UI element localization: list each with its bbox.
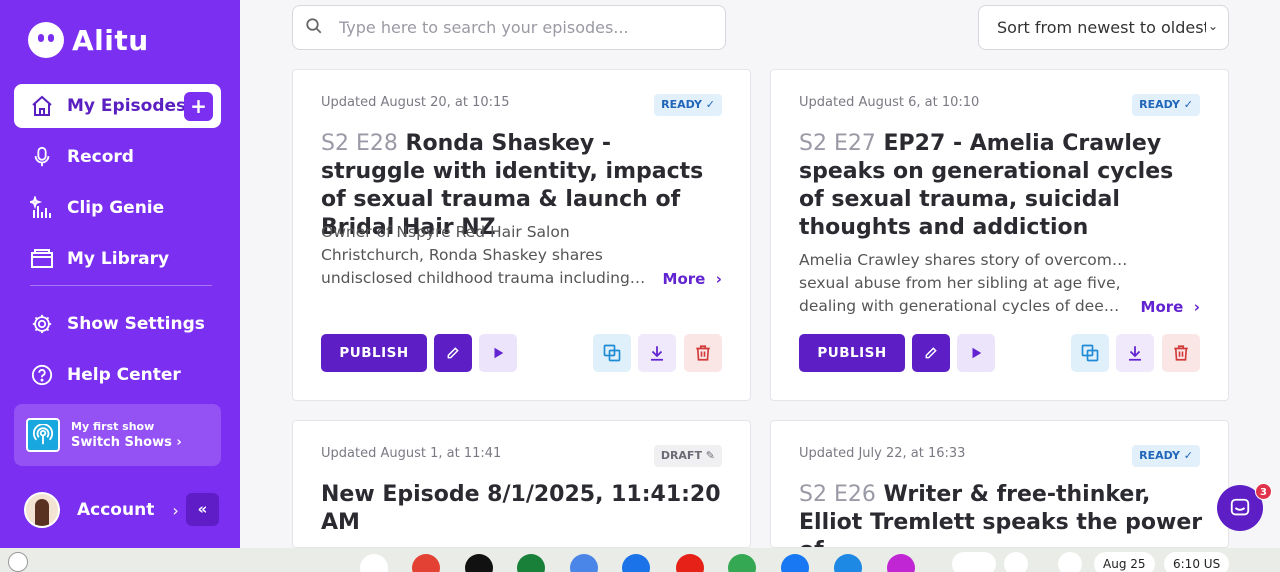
search-input[interactable]	[339, 18, 709, 37]
updated-time: Updated August 1, at 11:41	[321, 446, 502, 461]
episode-card: Updated August 6, at 10:10 READY ✓ S2 E2…	[770, 69, 1229, 401]
episode-title[interactable]: S2 E27 EP27 - Amelia Crawley speaks on g…	[799, 130, 1203, 242]
tray-date[interactable]: Aug 25	[1094, 552, 1155, 572]
download-button[interactable]	[638, 334, 676, 372]
canvas-icon[interactable]	[887, 554, 915, 572]
logo-icon	[28, 22, 64, 58]
play-button[interactable]	[479, 334, 517, 372]
status-badge: READY ✓	[654, 94, 722, 116]
account-menu[interactable]: Account › «	[24, 491, 221, 529]
episode-title[interactable]: S2 E26 Writer & free-thinker, Elliot Tre…	[799, 481, 1203, 547]
publish-button[interactable]: PUBLISH	[799, 334, 905, 372]
home-icon	[30, 94, 54, 118]
sidebar-item-my-episodes[interactable]: My Episodes +	[14, 84, 221, 128]
duplicate-button[interactable]	[1071, 334, 1109, 372]
chevron-down-icon: ⌄	[1205, 19, 1218, 33]
tray-clock[interactable]: 6:10 US	[1164, 552, 1230, 572]
sidebar-item-label: Show Settings	[67, 314, 205, 334]
play-store-icon[interactable]	[728, 554, 756, 572]
folder-icon	[30, 247, 54, 271]
docs-icon[interactable]	[570, 554, 598, 572]
os-taskbar: Aug 25 6:10 US	[0, 548, 1280, 572]
facebook-icon[interactable]	[781, 554, 809, 572]
brand-logo[interactable]: Alitu	[28, 22, 149, 58]
sparkle-wave-icon	[30, 196, 54, 220]
episode-actions: PUBLISH	[799, 334, 1200, 372]
sheets-icon[interactable]	[517, 554, 545, 572]
download-button[interactable]	[1116, 334, 1154, 372]
sort-value: Sort from newest to oldest	[997, 18, 1210, 37]
sidebar-item-show-settings[interactable]: Show Settings	[14, 302, 221, 346]
edit-button[interactable]	[912, 334, 950, 372]
gear-icon	[30, 312, 54, 336]
episode-card: Updated July 22, at 16:33 READY ✓ S2 E26…	[770, 420, 1229, 548]
collapse-sidebar-button[interactable]: «	[186, 493, 219, 526]
youtube-icon[interactable]	[676, 554, 704, 572]
sidebar-item-clip-genie[interactable]: Clip Genie	[14, 186, 221, 230]
edit-button[interactable]	[434, 334, 472, 372]
updated-time: Updated August 20, at 10:15	[321, 95, 510, 110]
messages-icon[interactable]	[622, 554, 650, 572]
episode-description: Owner of Nspyre Red Hair Salon Christchu…	[321, 223, 646, 287]
sidebar-item-record[interactable]: Record	[14, 135, 221, 179]
launcher-icon[interactable]	[8, 552, 28, 572]
switch-show-card[interactable]: My first show Switch Shows ›	[14, 404, 221, 466]
add-episode-button[interactable]: +	[184, 92, 213, 121]
chrome-icon[interactable]	[412, 554, 440, 572]
sidebar-item-my-library[interactable]: My Library	[14, 237, 221, 281]
microphone-icon	[30, 145, 54, 169]
notification-count-badge: 3	[1255, 483, 1272, 500]
episode-card: Updated August 20, at 10:15 READY ✓ S2 E…	[292, 69, 751, 401]
tray-file-icon[interactable]	[1004, 552, 1028, 572]
sidebar-item-label: Record	[67, 147, 134, 167]
play-button[interactable]	[957, 334, 995, 372]
sidebar-divider	[30, 285, 212, 286]
delete-button[interactable]	[684, 334, 722, 372]
status-badge: READY ✓	[1132, 445, 1200, 467]
avatar	[24, 492, 60, 528]
sidebar-item-label: Clip Genie	[67, 198, 165, 218]
episode-search	[292, 5, 726, 50]
gemini-icon[interactable]	[360, 554, 388, 572]
sidebar-item-help-center[interactable]: Help Center	[14, 353, 221, 397]
switch-shows-link[interactable]: Switch Shows ›	[71, 435, 182, 450]
episode-actions: PUBLISH	[321, 334, 722, 372]
search-icon	[305, 17, 323, 39]
threads-icon[interactable]	[465, 554, 493, 572]
tray-help-icon[interactable]	[1058, 552, 1082, 572]
publish-button[interactable]: PUBLISH	[321, 334, 427, 372]
sidebar-item-label: Help Center	[67, 365, 181, 385]
brand-name: Alitu	[72, 23, 149, 57]
delete-button[interactable]	[1162, 334, 1200, 372]
sidebar-item-label: My Episodes	[67, 96, 187, 116]
status-badge: READY ✓	[1132, 94, 1200, 116]
account-label: Account	[77, 500, 155, 520]
podcast-icon	[26, 418, 60, 452]
sidebar-item-label: My Library	[67, 249, 170, 269]
chevron-right-icon: ›	[172, 500, 179, 520]
episode-card: Updated August 1, at 11:41 DRAFT ✎ New E…	[292, 420, 751, 548]
sort-select[interactable]: Sort from newest to oldest ⌄	[978, 5, 1229, 50]
duplicate-button[interactable]	[593, 334, 631, 372]
question-icon	[30, 363, 54, 387]
files-icon[interactable]	[834, 554, 862, 572]
updated-time: Updated August 6, at 10:10	[799, 95, 980, 110]
status-badge: DRAFT ✎	[653, 445, 722, 467]
updated-time: Updated July 22, at 16:33	[799, 446, 966, 461]
more-link[interactable]: More ›	[1141, 298, 1200, 316]
tray-docs-icon[interactable]	[952, 552, 996, 572]
more-link[interactable]: More ›	[663, 270, 722, 288]
episode-title[interactable]: New Episode 8/1/2025, 11:41:20 AM	[321, 481, 721, 537]
episode-description: Amelia Crawley shares story of overcomin…	[799, 251, 1129, 315]
show-name: My first show	[71, 420, 155, 433]
sidebar: Alitu My Episodes + Record Clip Genie My…	[0, 0, 240, 548]
